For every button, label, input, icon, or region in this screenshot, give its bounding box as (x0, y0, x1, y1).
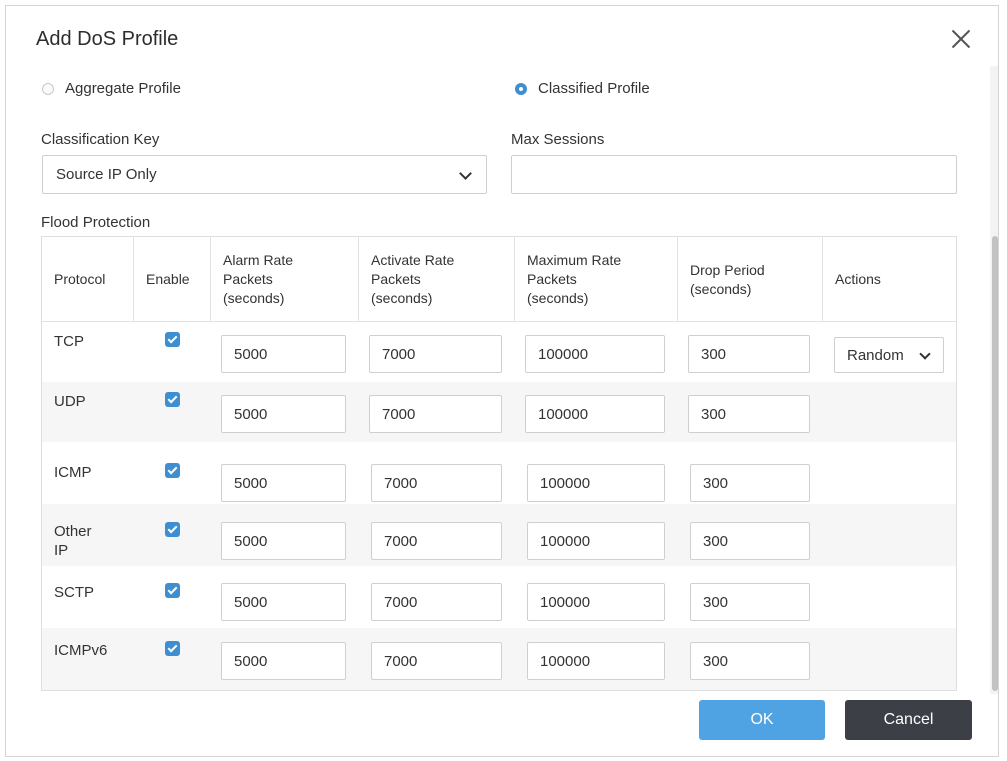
max-sessions-input[interactable] (511, 155, 957, 194)
classified-profile-option[interactable]: Classified Profile (515, 80, 650, 97)
enable-checkbox[interactable] (165, 392, 180, 407)
protocol-name: SCTP (54, 584, 95, 601)
dialog-title: Add DoS Profile (36, 28, 179, 50)
drop-period-input[interactable] (688, 335, 810, 373)
maximum-rate-header: Maximum Rate Packets (seconds) (515, 237, 678, 322)
maximum-rate-input[interactable] (527, 583, 665, 621)
enable-header: Enable (134, 237, 211, 322)
enable-checkbox[interactable] (165, 522, 180, 537)
activate-rate-input[interactable] (371, 522, 502, 560)
protocol-name: TCP (54, 333, 84, 350)
aggregate-profile-option[interactable]: Aggregate Profile (42, 80, 181, 97)
close-icon[interactable] (948, 26, 974, 52)
drop-period-input[interactable] (688, 395, 810, 433)
classified-profile-label: Classified Profile (538, 80, 650, 97)
aggregate-profile-radio[interactable] (42, 82, 54, 95)
maximum-rate-input[interactable] (527, 522, 665, 560)
chevron-down-icon (919, 348, 931, 360)
table-row: ICMPv6 (42, 628, 956, 690)
alarm-rate-input[interactable] (221, 583, 346, 621)
protocol-name: ICMP (54, 464, 92, 481)
activate-rate-input[interactable] (371, 642, 502, 680)
activate-rate-header: Activate Rate Packets (seconds) (359, 237, 515, 322)
alarm-rate-header: Alarm Rate Packets (seconds) (211, 237, 359, 322)
actions-header: Actions (835, 271, 881, 287)
enable-checkbox[interactable] (165, 463, 180, 478)
enable-checkbox[interactable] (165, 641, 180, 656)
drop-period-input[interactable] (690, 583, 810, 621)
maximum-rate-input[interactable] (527, 642, 665, 680)
chevron-down-icon (459, 167, 472, 180)
action-select[interactable]: Random (834, 337, 944, 373)
classified-profile-radio[interactable] (515, 82, 527, 95)
protocol-name: Other IP (54, 523, 92, 559)
flood-protection-table: Protocol Enable Alarm Rate Packets (second… (41, 236, 957, 691)
cancel-button[interactable]: Cancel (845, 700, 972, 740)
activate-rate-input[interactable] (369, 335, 502, 373)
maximum-rate-input[interactable] (525, 395, 665, 433)
classification-key-value: Source IP Only (56, 166, 157, 183)
add-dos-profile-dialog: Add DoS Profile Aggregate Profile Classi… (5, 5, 999, 757)
action-value: Random (847, 346, 904, 364)
drop-period-input[interactable] (690, 642, 810, 680)
table-row: ICMP (42, 442, 956, 504)
flood-protection-label: Flood Protection (41, 214, 151, 231)
alarm-rate-input[interactable] (221, 395, 346, 433)
alarm-rate-input[interactable] (221, 335, 346, 373)
table-row: UDP (42, 382, 956, 442)
activate-rate-input[interactable] (369, 395, 502, 433)
scrollbar-thumb[interactable] (992, 236, 998, 691)
drop-period-input[interactable] (690, 464, 810, 502)
alarm-rate-input[interactable] (221, 642, 346, 680)
enable-checkbox[interactable] (165, 583, 180, 598)
table-row: TCP Random (42, 322, 956, 382)
classification-key-select[interactable]: Source IP Only (42, 155, 487, 194)
table-row: Other IP (42, 504, 956, 566)
protocol-name: UDP (54, 393, 86, 410)
drop-period-input[interactable] (690, 522, 810, 560)
aggregate-profile-label: Aggregate Profile (65, 80, 181, 97)
protocol-name: ICMPv6 (54, 642, 108, 659)
table-row: SCTP (42, 566, 956, 628)
maximum-rate-input[interactable] (527, 464, 665, 502)
table-header: Protocol Enable Alarm Rate Packets (second… (42, 236, 956, 322)
maximum-rate-input[interactable] (525, 335, 665, 373)
alarm-rate-input[interactable] (221, 522, 346, 560)
enable-checkbox[interactable] (165, 332, 180, 347)
ok-button[interactable]: OK (699, 700, 825, 740)
protocol-header: Protocol (42, 237, 134, 322)
drop-period-header: Drop Period (seconds) (678, 237, 823, 322)
activate-rate-input[interactable] (371, 583, 502, 621)
alarm-rate-input[interactable] (221, 464, 346, 502)
max-sessions-label: Max Sessions (511, 131, 605, 148)
activate-rate-input[interactable] (371, 464, 502, 502)
classification-key-label: Classification Key (41, 131, 160, 148)
